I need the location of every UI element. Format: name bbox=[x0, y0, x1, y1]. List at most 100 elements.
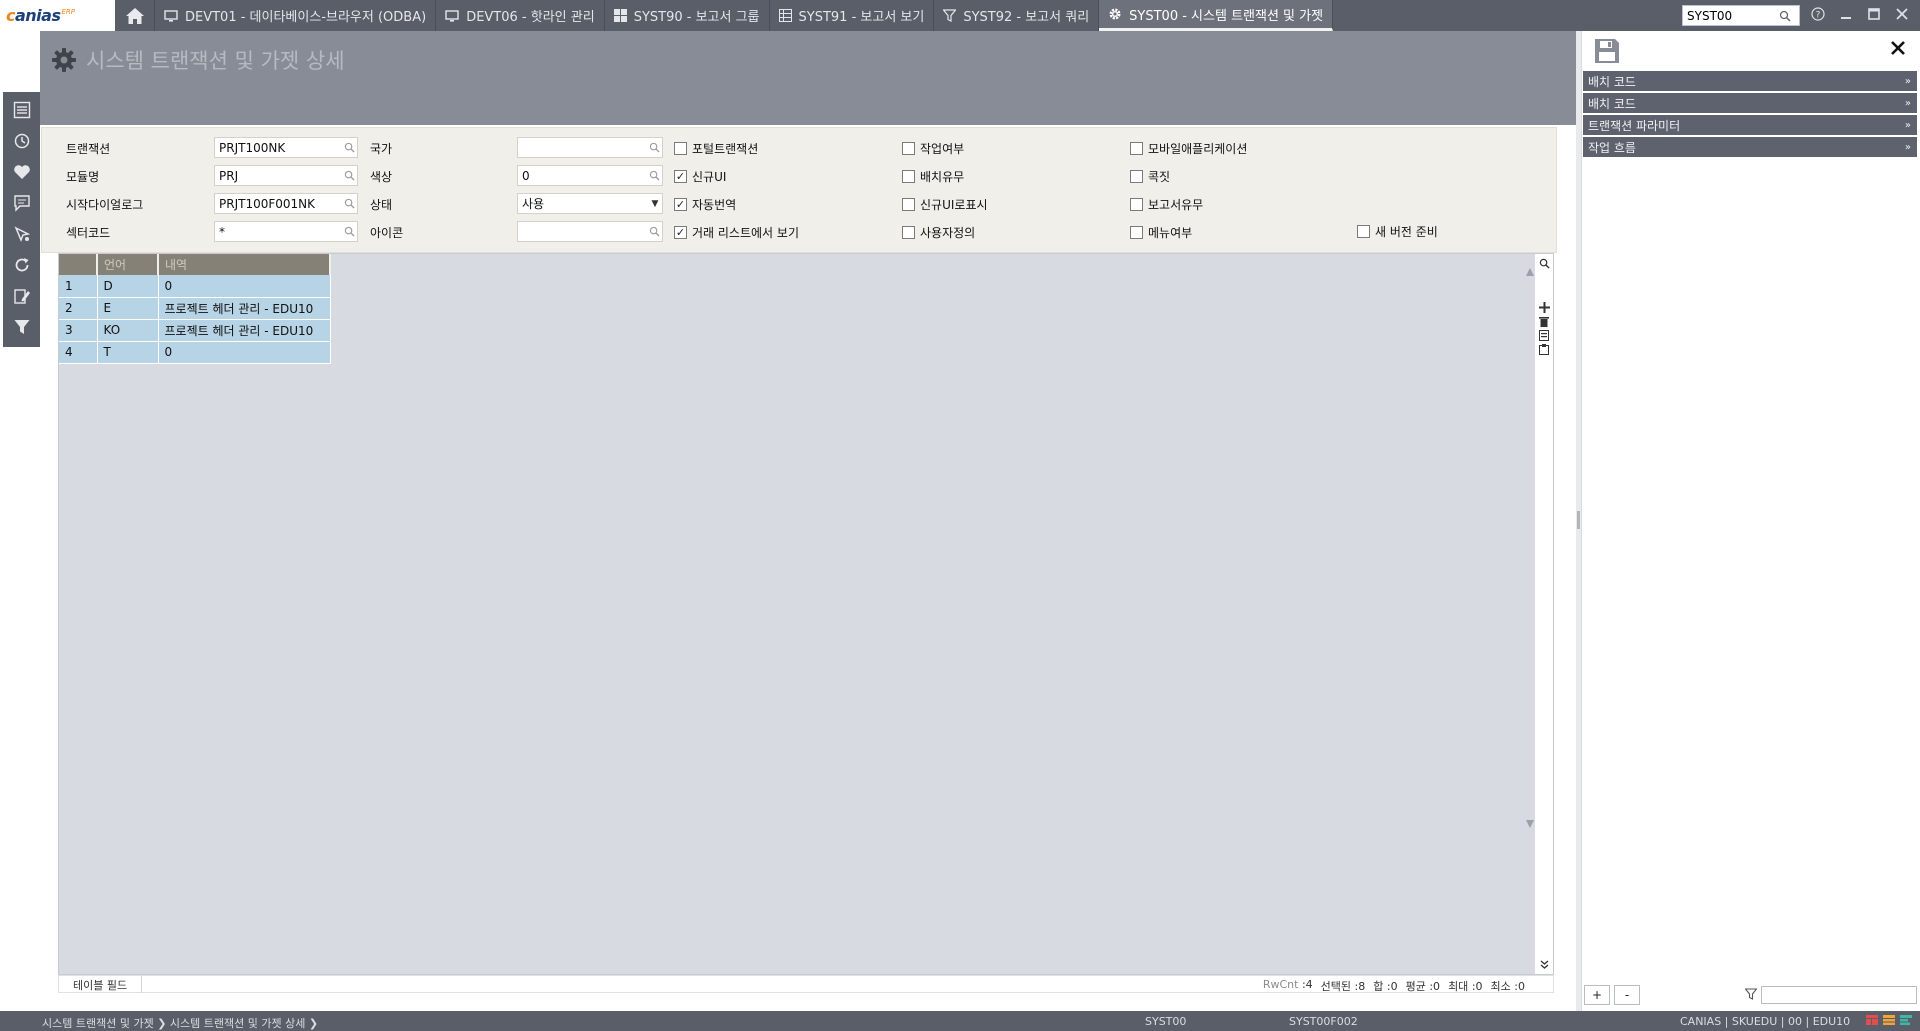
row-number[interactable]: 1 bbox=[59, 275, 98, 298]
tab-syst91[interactable]: SYST91 - 보고서 보기 bbox=[770, 0, 935, 31]
cell-description[interactable]: 0 bbox=[158, 341, 331, 364]
close-window-icon[interactable] bbox=[1892, 7, 1912, 24]
filter-icon[interactable] bbox=[10, 315, 34, 339]
scroll-bottom-icon[interactable] bbox=[1540, 958, 1549, 972]
checkbox-box[interactable] bbox=[1130, 198, 1143, 211]
row-number[interactable]: 2 bbox=[59, 297, 98, 320]
favorite-icon[interactable] bbox=[10, 160, 34, 184]
checkbox-box[interactable]: ✓ bbox=[674, 226, 687, 239]
search-icon[interactable] bbox=[1779, 10, 1791, 22]
search-icon[interactable] bbox=[341, 198, 357, 209]
checkbox-new-version[interactable]: 새 버전 준비 bbox=[1357, 223, 1438, 240]
tab-syst00[interactable]: SYST00 - 시스템 트랜잭션 및 가젯 bbox=[1099, 0, 1334, 31]
cell-description[interactable]: 프로젝트 헤더 관리 - EDU10 bbox=[158, 297, 331, 320]
start-dialog-field[interactable]: PRJT100F001NK bbox=[214, 193, 358, 214]
delete-row-icon[interactable] bbox=[1539, 316, 1549, 330]
grid-header-language[interactable]: 언어 bbox=[97, 254, 159, 275]
section-workflow[interactable]: 작업 흐름 » bbox=[1583, 137, 1917, 157]
table-row[interactable]: 4 T 0 bbox=[59, 341, 331, 364]
tab-devt01[interactable]: DEVT01 - 데이타베이스-브라우저 (ODBA) bbox=[155, 0, 437, 31]
search-icon[interactable] bbox=[341, 226, 357, 237]
checkbox-box[interactable] bbox=[902, 170, 915, 183]
gadget-icon[interactable] bbox=[10, 222, 34, 246]
tab-devt06[interactable]: DEVT06 - 핫라인 관리 bbox=[436, 0, 605, 31]
filter-input[interactable] bbox=[1761, 986, 1917, 1004]
grid-header-rownum[interactable] bbox=[59, 254, 98, 275]
tab-syst90[interactable]: SYST90 - 보고서 그룹 bbox=[605, 0, 770, 31]
row-number[interactable]: 3 bbox=[59, 319, 98, 342]
breadcrumb-item[interactable]: 시스템 트랜잭션 및 가젯 bbox=[42, 1017, 154, 1030]
checkbox-box[interactable] bbox=[1130, 142, 1143, 155]
layout-red-icon[interactable] bbox=[1866, 1014, 1878, 1026]
message-icon[interactable] bbox=[10, 191, 34, 215]
checkbox-batch-flag[interactable]: 배치유무 bbox=[902, 168, 964, 185]
global-search-input[interactable] bbox=[1683, 8, 1779, 23]
checkbox-kokjit[interactable]: 콕짓 bbox=[1130, 168, 1170, 185]
cell-language[interactable]: D bbox=[97, 275, 159, 298]
module-field[interactable]: PRJ bbox=[214, 165, 358, 186]
add-button[interactable]: + bbox=[1584, 985, 1610, 1005]
table-row[interactable]: 2 E 프로젝트 헤더 관리 - EDU10 bbox=[59, 297, 331, 320]
sector-field[interactable]: * bbox=[214, 221, 358, 242]
search-icon[interactable] bbox=[646, 142, 662, 153]
cell-language[interactable]: E bbox=[97, 297, 159, 320]
checkbox-work-flag[interactable]: 작업여부 bbox=[902, 140, 964, 157]
save-icon[interactable] bbox=[1594, 38, 1620, 67]
status-select[interactable]: 사용 ▼ bbox=[517, 193, 663, 214]
history-icon[interactable] bbox=[10, 129, 34, 153]
checkbox-report-flag[interactable]: 보고서유무 bbox=[1130, 196, 1203, 213]
layout-orange-icon[interactable] bbox=[1883, 1014, 1895, 1026]
color-field[interactable]: 0 bbox=[517, 165, 663, 186]
layout-teal-icon[interactable] bbox=[1900, 1014, 1912, 1026]
grid-header-description[interactable]: 내역 bbox=[158, 254, 331, 275]
grid-scrollbar[interactable] bbox=[1525, 254, 1535, 974]
dropdown-arrow-icon[interactable]: ▼ bbox=[648, 199, 662, 209]
minimize-icon[interactable] bbox=[1836, 8, 1856, 24]
search-icon[interactable] bbox=[646, 226, 662, 237]
checkbox-box[interactable] bbox=[1130, 170, 1143, 183]
section-batch-code-2[interactable]: 배치 코드 » bbox=[1583, 93, 1917, 113]
section-transaction-params[interactable]: 트랜잭션 파라미터 » bbox=[1583, 115, 1917, 135]
cell-description[interactable]: 0 bbox=[158, 275, 331, 298]
tab-table-fields[interactable]: 테이블 필드 bbox=[59, 976, 143, 993]
checkbox-box[interactable] bbox=[674, 142, 687, 155]
section-batch-code-1[interactable]: 배치 코드 » bbox=[1583, 71, 1917, 91]
checkbox-auto-translate[interactable]: ✓ 자동번역 bbox=[674, 196, 736, 213]
checkbox-box[interactable] bbox=[1130, 226, 1143, 239]
add-row-icon[interactable] bbox=[1538, 302, 1550, 316]
icon-field[interactable] bbox=[517, 221, 663, 242]
checkbox-menu-flag[interactable]: 메뉴여부 bbox=[1130, 224, 1192, 241]
checkbox-box[interactable] bbox=[902, 226, 915, 239]
copy-row-icon[interactable] bbox=[1539, 330, 1549, 344]
checkbox-box[interactable]: ✓ bbox=[674, 170, 687, 183]
breadcrumb-item[interactable]: 시스템 트랜잭션 및 가젯 상세 bbox=[170, 1017, 305, 1030]
search-icon[interactable] bbox=[341, 142, 357, 153]
refresh-icon[interactable] bbox=[10, 253, 34, 277]
row-number[interactable]: 4 bbox=[59, 341, 98, 364]
grid-search-icon[interactable] bbox=[1539, 258, 1550, 272]
transaction-field[interactable]: PRJT100NK bbox=[214, 137, 358, 158]
checkbox-portal-transaction[interactable]: 포털트랜잭션 bbox=[674, 140, 758, 157]
table-row[interactable]: 3 KO 프로젝트 헤더 관리 - EDU10 bbox=[59, 319, 331, 342]
country-field[interactable] bbox=[517, 137, 663, 158]
cell-description[interactable]: 프로젝트 헤더 관리 - EDU10 bbox=[158, 319, 331, 342]
search-icon[interactable] bbox=[341, 170, 357, 181]
remove-button[interactable]: - bbox=[1614, 985, 1640, 1005]
checkbox-mobile-app[interactable]: 모바일애플리케이션 bbox=[1130, 140, 1247, 157]
checkbox-new-ui-logo[interactable]: 신규UI로표시 bbox=[902, 196, 988, 213]
help-icon[interactable]: ? bbox=[1808, 6, 1828, 25]
checkbox-new-ui[interactable]: ✓ 신규UI bbox=[674, 168, 726, 185]
table-row[interactable]: 1 D 0 bbox=[59, 275, 331, 298]
close-icon[interactable] bbox=[1890, 34, 1906, 62]
global-search[interactable] bbox=[1682, 5, 1800, 26]
filter-icon[interactable] bbox=[1744, 987, 1758, 1003]
home-button[interactable] bbox=[115, 0, 155, 31]
checkbox-box[interactable]: ✓ bbox=[674, 198, 687, 211]
checkbox-box[interactable] bbox=[902, 142, 915, 155]
edit-icon[interactable] bbox=[10, 284, 34, 308]
search-icon[interactable] bbox=[646, 170, 662, 181]
tab-syst92[interactable]: SYST92 - 보고서 쿼리 bbox=[934, 0, 1100, 31]
cell-language[interactable]: T bbox=[97, 341, 159, 364]
checkbox-user-defined[interactable]: 사용자정의 bbox=[902, 224, 975, 241]
checkbox-show-in-list[interactable]: ✓ 거래 리스트에서 보기 bbox=[674, 224, 799, 241]
